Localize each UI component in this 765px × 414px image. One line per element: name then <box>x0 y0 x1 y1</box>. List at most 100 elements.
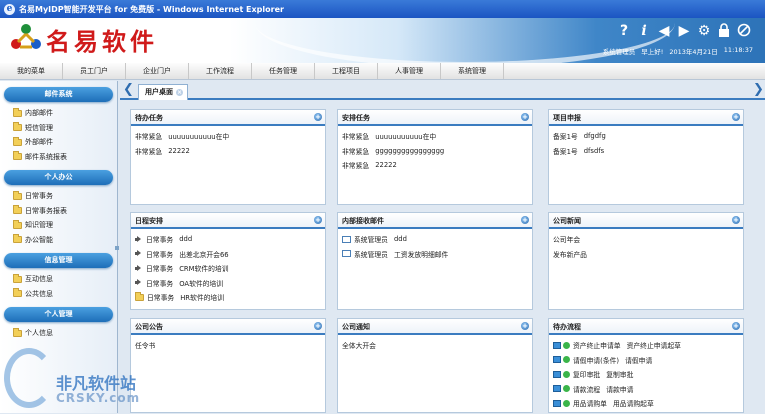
tab-user-desktop[interactable]: 用户桌面 × <box>138 84 188 100</box>
panel-title: 日程安排 <box>135 217 163 225</box>
list-item[interactable]: 全体大开会 <box>342 338 528 353</box>
more-icon[interactable]: + <box>314 113 322 121</box>
list-item[interactable]: 日常事务 HR软件的培训 <box>135 290 321 305</box>
workflow-icon <box>553 370 561 378</box>
folder-icon <box>13 205 22 215</box>
nav-hr-management[interactable]: 人事管理 <box>378 63 441 79</box>
list-item[interactable]: 请假申请(条件) 请假申请 <box>553 353 739 368</box>
sidebar-item-label: 互动信息 <box>25 275 53 284</box>
list-item[interactable]: 请款流程 请款申请 <box>553 382 739 397</box>
sidebar-item-external-mail[interactable]: 外部邮件 <box>0 135 117 150</box>
panel-assigned-tasks: 安排任务 + 非常紧急 uuuuuuuuuuu在中 非常紧急 gggggggggggg… <box>337 109 533 205</box>
info-icon[interactable]: i <box>637 23 651 39</box>
tab-close-icon[interactable]: × <box>176 89 183 96</box>
list-item[interactable]: 非常紧急 uuuuuuuuuuu在中 <box>135 129 321 144</box>
more-icon[interactable]: + <box>521 216 529 224</box>
sidebar-item-daily-affairs[interactable]: 日常事务 <box>0 189 117 204</box>
nav-enterprise-portal[interactable]: 企业门户 <box>126 63 189 79</box>
sidebar-item-public-info[interactable]: 公共信息 <box>0 287 117 302</box>
folder-icon <box>13 234 22 244</box>
sidebar-item-sms[interactable]: 短信管理 <box>0 121 117 136</box>
more-icon[interactable]: + <box>521 322 529 330</box>
nav-employee-portal[interactable]: 员工门户 <box>63 63 126 79</box>
panel-company-news: 公司新闻 + 公司年会 发布新产品 <box>548 212 744 310</box>
speaker-icon <box>135 279 143 286</box>
window-titlebar: e 名易MyIDP智能开发平台 for 免费版 - Windows Intern… <box>0 0 765 18</box>
more-icon[interactable]: + <box>732 322 740 330</box>
sidebar-item-interactive-info[interactable]: 互动信息 <box>0 272 117 287</box>
sidebar-section-personal-office[interactable]: 个人办公 <box>4 170 113 185</box>
current-date: 2013年4月21日 <box>669 48 718 56</box>
nav-system-management[interactable]: 系统管理 <box>441 63 504 79</box>
watermark-logo-icon <box>4 348 54 408</box>
main-content: ❮ 用户桌面 × ❯ 待办任务 + 非常紧急 uuuuuuuuuuu在中 非常紧急 22… <box>120 81 765 413</box>
sidebar-item-label: 个人信息 <box>25 329 53 338</box>
user-info: 系统管理员 早上好! 2013年4月21日 11:18:37 <box>603 46 753 56</box>
panel-project-filing: 项目申报 + 备案1号 dfgdfg 备案1号 dfsdfs <box>548 109 744 205</box>
list-item[interactable]: 日常事务 ddd <box>135 232 321 247</box>
sidebar-resize-handle[interactable] <box>115 246 119 250</box>
sidebar-section-mail[interactable]: 邮件系统 <box>4 87 113 102</box>
sidebar-section-personal-mgmt[interactable]: 个人管理 <box>4 307 113 322</box>
panel-title: 项目申报 <box>553 114 581 122</box>
list-item[interactable]: 日常事务 出差北京开会66 <box>135 247 321 262</box>
more-icon[interactable]: + <box>314 216 322 224</box>
sidebar-item-knowledge[interactable]: 知识管理 <box>0 218 117 233</box>
sidebar-item-label: 短信管理 <box>25 123 53 132</box>
workflow-icon <box>553 385 561 393</box>
nav-task-management[interactable]: 任务管理 <box>252 63 315 79</box>
list-item[interactable]: 用品请购单 用品请购起草 <box>553 396 739 411</box>
lock-icon[interactable] <box>717 23 731 39</box>
sidebar-item-label: 日常事务报表 <box>25 206 67 215</box>
list-item[interactable]: 非常紧急 gggggggggggggggg <box>342 144 528 159</box>
list-item[interactable]: 备案1号 dfsdfs <box>553 144 739 159</box>
folder-icon <box>13 122 22 132</box>
speaker-icon <box>135 264 143 272</box>
panel-title: 安排任务 <box>342 114 370 122</box>
tab-scroll-right-icon[interactable]: ❯ <box>753 83 764 97</box>
sidebar-item-personal-info[interactable]: 个人信息 <box>0 326 117 341</box>
list-item[interactable]: 公司年会 <box>553 232 739 247</box>
sidebar-item-internal-mail[interactable]: 内部邮件 <box>0 106 117 121</box>
panel-pending-workflow: 待办流程 + 资产终止申请单 资产终止申请起草 请假申请(条件) 请假申请 复印审批复… <box>548 318 744 413</box>
list-item[interactable]: 资产终止申请单 资产终止申请起草 <box>553 338 739 353</box>
list-item[interactable]: 发布新产品 <box>553 247 739 262</box>
logo-text: 名易软件 <box>46 27 158 56</box>
list-item[interactable]: 非常紧急 uuuuuuuuuuu在中 <box>342 129 528 144</box>
panel-company-notice: 公司通知 + 全体大开会 <box>337 318 533 413</box>
sidebar-item-daily-report[interactable]: 日常事务报表 <box>0 204 117 219</box>
sidebar-item-label: 邮件系统报表 <box>25 152 67 161</box>
more-icon[interactable]: + <box>521 113 529 121</box>
nav-engineering-projects[interactable]: 工程项目 <box>315 63 378 79</box>
list-item[interactable]: 日常事务 CRM软件的培训 <box>135 261 321 276</box>
sidebar-section-info[interactable]: 信息管理 <box>4 253 113 268</box>
list-item[interactable]: 非常紧急 22222 <box>342 158 528 173</box>
more-icon[interactable]: + <box>732 216 740 224</box>
nav-workflow[interactable]: 工作流程 <box>189 63 252 79</box>
panel-inbox-mail: 内部接收邮件 + 系统管理员 ddd 系统管理员 工资发放明细邮件 <box>337 212 533 310</box>
workflow-icon <box>553 356 561 364</box>
tab-label: 用户桌面 <box>145 88 173 96</box>
more-icon[interactable]: + <box>732 113 740 121</box>
more-icon[interactable]: + <box>314 322 322 330</box>
close-circle-icon[interactable] <box>737 23 751 39</box>
folder-icon <box>13 151 22 161</box>
forward-arrow-icon[interactable]: ▶ <box>677 23 691 39</box>
header-toolbar: ? i ◀ ▶ ⚙ <box>617 23 751 39</box>
site-watermark: 非凡软件站 CRSKY.com <box>0 340 170 413</box>
sidebar-item-office-intelligence[interactable]: 办公智能 <box>0 233 117 248</box>
list-item[interactable]: 日常事务 OA软件的培训 <box>135 276 321 291</box>
nav-my-menu[interactable]: 我的菜单 <box>0 63 63 79</box>
list-item[interactable]: 非常紧急 22222 <box>135 144 321 159</box>
list-item[interactable]: 系统管理员 ddd <box>342 232 528 247</box>
sidebar-item-mail-report[interactable]: 邮件系统报表 <box>0 150 117 165</box>
tab-scroll-left-icon[interactable]: ❮ <box>123 83 134 97</box>
list-item[interactable]: 复印审批 复制审批 <box>553 367 739 382</box>
folder-icon <box>13 288 22 298</box>
list-item[interactable]: 系统管理员 工资发放明细邮件 <box>342 247 528 262</box>
back-arrow-icon[interactable]: ◀ <box>657 23 671 39</box>
list-item[interactable]: 备案1号 dfgdfg <box>553 129 739 144</box>
settings-gear-icon[interactable]: ⚙ <box>697 23 711 39</box>
sidebar-item-label: 公共信息 <box>25 289 53 298</box>
help-icon[interactable]: ? <box>617 23 631 39</box>
